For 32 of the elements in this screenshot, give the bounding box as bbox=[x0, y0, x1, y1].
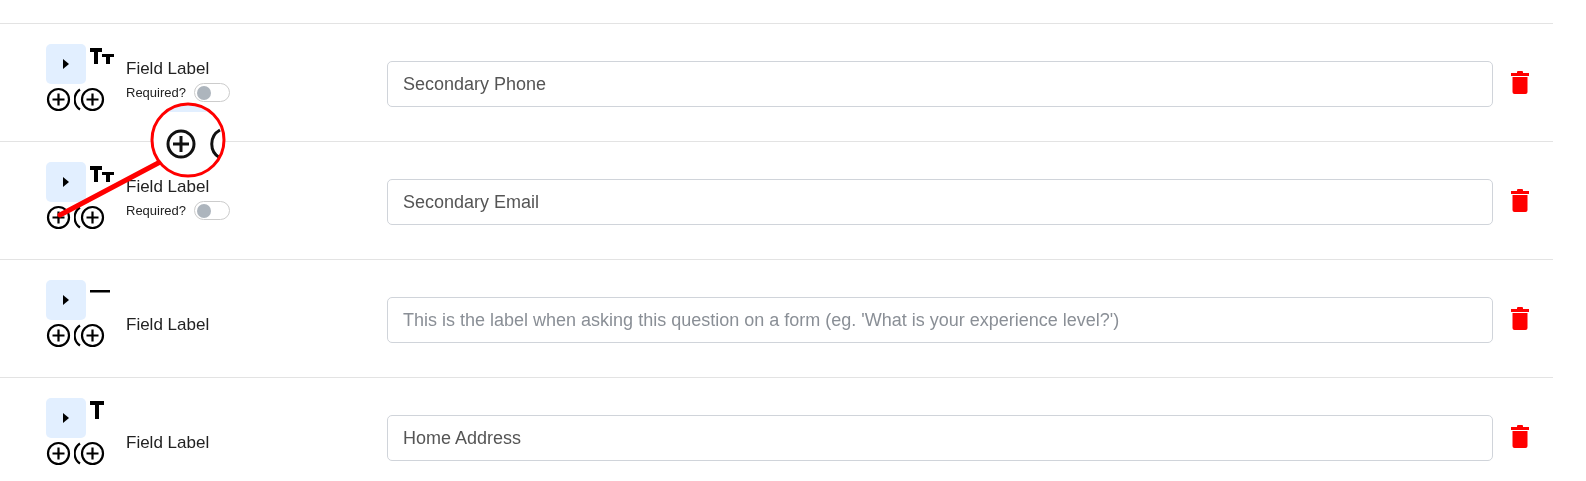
add-circle-icon[interactable] bbox=[46, 205, 71, 230]
trash-icon[interactable] bbox=[1511, 307, 1529, 330]
caret-right-icon bbox=[63, 177, 69, 187]
add-nested-icon[interactable] bbox=[74, 87, 105, 112]
field-label: Field Label bbox=[126, 432, 210, 454]
text-input-field[interactable]: Secondary Email bbox=[387, 179, 1493, 225]
required-label: Required? bbox=[126, 84, 186, 102]
field-label: Field Label bbox=[126, 58, 210, 80]
caret-right-icon bbox=[63, 295, 69, 305]
text-height-icon bbox=[90, 163, 114, 184]
trash-icon[interactable] bbox=[1511, 189, 1529, 212]
required-toggle[interactable] bbox=[194, 83, 230, 103]
caret-right-icon bbox=[63, 59, 69, 69]
horizontal-line-icon bbox=[90, 289, 110, 294]
field-label: Field Label bbox=[126, 176, 210, 198]
add-nested-icon[interactable] bbox=[74, 323, 105, 348]
field-label: Field Label bbox=[126, 314, 210, 336]
text-input-field[interactable]: This is the label when asking this question on a form (eg. 'What is your experience level?') bbox=[387, 297, 1493, 343]
trash-icon[interactable] bbox=[1511, 425, 1529, 448]
add-circle-icon[interactable] bbox=[46, 441, 71, 466]
text-input-field[interactable]: Home Address bbox=[387, 415, 1493, 461]
required-label: Required? bbox=[126, 202, 186, 220]
trash-icon[interactable] bbox=[1511, 71, 1529, 94]
add-nested-icon[interactable] bbox=[74, 441, 105, 466]
caret-right-icon bbox=[63, 413, 69, 423]
text-input-field[interactable]: Secondary Phone bbox=[387, 61, 1493, 107]
required-toggle[interactable] bbox=[194, 201, 230, 221]
text-height-icon bbox=[90, 45, 114, 66]
add-nested-icon[interactable] bbox=[74, 205, 105, 230]
text-icon bbox=[90, 400, 104, 419]
add-circle-icon[interactable] bbox=[46, 87, 71, 112]
add-circle-icon[interactable] bbox=[46, 323, 71, 348]
